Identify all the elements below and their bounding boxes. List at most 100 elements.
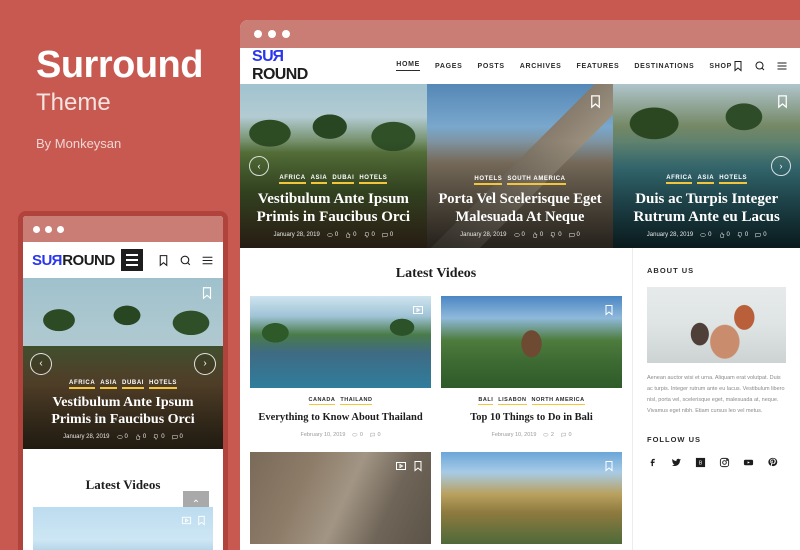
nav-item-home[interactable]: HOME bbox=[396, 61, 421, 71]
category-tag[interactable]: DUBAI bbox=[122, 380, 145, 389]
nav-item-destinations[interactable]: DESTINATIONS bbox=[634, 63, 694, 70]
header-icons bbox=[732, 60, 788, 72]
search-icon[interactable] bbox=[754, 60, 766, 72]
category-tag[interactable]: AFRICA bbox=[69, 380, 96, 389]
content-area: Latest Videos CANADA THAILAND Everything… bbox=[240, 248, 800, 550]
category-tag[interactable]: BALI bbox=[478, 397, 494, 405]
comment-count: 0 bbox=[382, 232, 393, 238]
hero-post-title[interactable]: Vestibulum Ante Ipsum Primis in Faucibus… bbox=[31, 394, 215, 428]
dislike-count: 0 bbox=[550, 232, 562, 238]
search-icon[interactable] bbox=[179, 254, 192, 267]
play-icon[interactable] bbox=[412, 303, 424, 315]
video-grid-row-1: CANADA THAILAND Everything to Know About… bbox=[250, 296, 622, 438]
nav-item-archives[interactable]: ARCHIVES bbox=[520, 63, 562, 70]
video-card[interactable] bbox=[441, 451, 622, 544]
promo-subtitle: Theme bbox=[36, 88, 111, 116]
post-meta: January 28, 2019 0 0 0 0 bbox=[250, 232, 417, 238]
category-tag[interactable]: ASIA bbox=[697, 175, 715, 184]
category-tag[interactable]: AFRICA bbox=[279, 175, 306, 184]
video-thumbnail[interactable] bbox=[250, 296, 431, 388]
nav-item-shop[interactable]: SHOP bbox=[709, 63, 732, 70]
category-tag[interactable]: CANADA bbox=[308, 397, 336, 405]
hero-post-title[interactable]: Vestibulum Ante Ipsum Primis in Faucibus… bbox=[250, 190, 417, 226]
video-title[interactable]: Top 10 Things to Do in Bali bbox=[441, 411, 622, 425]
hero-post-title[interactable]: Porta Vel Scelerisque Eget Malesuada At … bbox=[437, 191, 604, 226]
category-tag[interactable]: DUBAI bbox=[332, 175, 355, 184]
hero-carousel: ‹ › AFRICA ASIA DUBAI HOTELS Vestibulum … bbox=[240, 84, 800, 248]
pinterest-icon[interactable] bbox=[767, 455, 778, 467]
bookmark-icon[interactable] bbox=[603, 459, 615, 472]
nav-item-posts[interactable]: POSTS bbox=[478, 63, 505, 70]
category-tag[interactable]: ASIA bbox=[310, 175, 328, 184]
category-tag[interactable]: AFRICA bbox=[666, 175, 693, 184]
instagram-icon[interactable] bbox=[719, 455, 730, 468]
video-card[interactable]: BALI LISABON NORTH AMERICA Top 10 Things… bbox=[441, 296, 622, 438]
nav-item-features[interactable]: FEATURES bbox=[577, 63, 620, 70]
category-tag[interactable]: SOUTH AMERICA bbox=[507, 176, 566, 186]
category-tag[interactable]: LISABON bbox=[498, 397, 527, 405]
video-title[interactable]: Everything to Know About Thailand bbox=[250, 411, 431, 425]
video-thumbnail[interactable] bbox=[441, 451, 622, 544]
carousel-next-button[interactable]: › bbox=[194, 352, 216, 375]
window-dot-minimize[interactable] bbox=[45, 225, 52, 233]
mobile-hero-slide: ‹ › AFRICA ASIA DUBAI HOTELS Vestibulum … bbox=[23, 278, 223, 449]
promo-panel: Surround Theme By Monkeysan bbox=[36, 45, 266, 151]
category-tag[interactable]: ASIA bbox=[100, 380, 118, 389]
site-logo[interactable]: SURROUND bbox=[252, 48, 320, 84]
bookmark-icon[interactable] bbox=[588, 94, 603, 109]
post-meta: February 10, 2019 0 0 bbox=[250, 432, 431, 438]
facebook-icon[interactable] bbox=[647, 455, 658, 467]
bookmark-icon[interactable] bbox=[603, 303, 615, 316]
view-count: 0 bbox=[352, 432, 363, 438]
mobile-menu-button[interactable] bbox=[120, 249, 143, 271]
post-date: January 28, 2019 bbox=[63, 434, 110, 440]
comment-count: 0 bbox=[172, 434, 183, 440]
bookmark-icon[interactable] bbox=[732, 60, 744, 72]
window-dot-close[interactable] bbox=[254, 30, 262, 38]
play-icon[interactable] bbox=[181, 513, 192, 525]
bookmark-icon[interactable] bbox=[157, 254, 170, 267]
category-tag[interactable]: HOTELS bbox=[474, 176, 503, 186]
mobile-site-header: SURROUND bbox=[23, 242, 223, 278]
post-date: January 28, 2019 bbox=[460, 232, 507, 238]
video-card[interactable]: CANADA THAILAND Everything to Know About… bbox=[250, 296, 431, 438]
window-dot-close[interactable] bbox=[33, 225, 40, 233]
hamburger-icon[interactable] bbox=[201, 254, 214, 267]
category-tag[interactable]: HOTELS bbox=[359, 175, 388, 184]
post-date: February 10, 2019 bbox=[491, 431, 537, 438]
category-tag[interactable]: HOTELS bbox=[149, 380, 177, 389]
hero-post-title[interactable]: Duis ac Turpis Integer Rutrum Ante eu La… bbox=[623, 190, 790, 226]
nav-item-pages[interactable]: PAGES bbox=[435, 63, 463, 70]
play-icon[interactable] bbox=[395, 459, 407, 471]
sidebar-heading-about: ABOUT US bbox=[647, 266, 695, 275]
hero-slide[interactable]: HOTELS SOUTH AMERICA Porta Vel Scelerisq… bbox=[426, 84, 614, 248]
mobile-video-thumbnail[interactable] bbox=[33, 507, 213, 550]
carousel-prev-button[interactable]: ‹ bbox=[249, 156, 269, 176]
category-tag[interactable]: HOTELS bbox=[719, 175, 748, 184]
post-meta: February 10, 2019 2 0 bbox=[441, 432, 622, 438]
youtube-icon[interactable] bbox=[743, 455, 754, 466]
category-tag[interactable]: NORTH AMERICA bbox=[531, 397, 585, 405]
carousel-next-button[interactable]: › bbox=[771, 156, 791, 176]
bookmark-icon[interactable] bbox=[412, 459, 424, 472]
bookmark-icon[interactable] bbox=[775, 94, 790, 109]
thumbnail-icons bbox=[412, 303, 424, 315]
window-dot-maximize[interactable] bbox=[57, 225, 64, 233]
video-card[interactable] bbox=[250, 451, 431, 544]
window-dot-minimize[interactable] bbox=[268, 30, 276, 38]
hamburger-icon[interactable] bbox=[776, 60, 788, 72]
bookmark-icon[interactable] bbox=[200, 286, 214, 300]
twitter-icon[interactable] bbox=[671, 455, 682, 467]
category-list: AFRICA ASIA DUBAI HOTELS bbox=[31, 380, 215, 389]
carousel-prev-button[interactable]: ‹ bbox=[30, 352, 52, 375]
video-thumbnail[interactable] bbox=[441, 296, 622, 388]
category-list: AFRICA ASIA HOTELS bbox=[623, 175, 790, 184]
comment-count: 0 bbox=[561, 432, 572, 438]
behance-icon[interactable]: B bbox=[695, 455, 706, 468]
category-tag[interactable]: THAILAND bbox=[340, 397, 373, 405]
logo-part-3: ROUND bbox=[252, 66, 308, 83]
mobile-logo[interactable]: SURROUND bbox=[32, 252, 115, 269]
window-dot-maximize[interactable] bbox=[282, 30, 290, 38]
video-thumbnail[interactable] bbox=[250, 451, 431, 544]
bookmark-icon[interactable] bbox=[196, 513, 207, 526]
